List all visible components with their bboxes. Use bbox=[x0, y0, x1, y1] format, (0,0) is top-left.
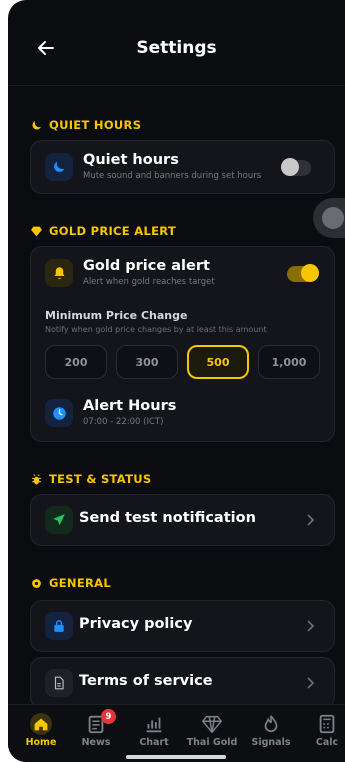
diamond-icon bbox=[201, 715, 223, 734]
section-gold-alert: GOLD PRICE ALERT bbox=[30, 224, 176, 238]
section-general: GENERAL bbox=[30, 576, 111, 590]
gold-alert-card: Gold price alert Alert when gold reaches… bbox=[30, 246, 335, 442]
tab-signals-label: Signals bbox=[251, 737, 291, 748]
option-1000[interactable]: 1,000 bbox=[258, 345, 320, 379]
min-change-description: Notify when gold price changes by at lea… bbox=[45, 325, 267, 334]
quiet-hours-description: Mute sound and banners during set hours bbox=[83, 171, 262, 181]
option-300[interactable]: 300 bbox=[116, 345, 178, 379]
option-500[interactable]: 500 bbox=[187, 345, 249, 379]
document-icon bbox=[54, 676, 64, 690]
bottom-tab-bar: Home 9 News Chart Thai Gold Signals Calc bbox=[8, 704, 345, 762]
quiet-hours-card: Quiet hours Mute sound and banners durin… bbox=[30, 140, 335, 194]
home-indicator bbox=[126, 755, 226, 759]
terms-of-service-card[interactable]: Terms of service bbox=[30, 657, 335, 709]
home-icon bbox=[30, 713, 52, 735]
privacy-policy-card[interactable]: Privacy policy bbox=[30, 600, 335, 652]
flame-icon bbox=[264, 715, 278, 733]
tab-thai-gold-label: Thai Gold bbox=[186, 737, 238, 748]
section-general-title: GENERAL bbox=[49, 576, 111, 590]
tab-news[interactable]: 9 News bbox=[69, 709, 123, 748]
chevron-right-icon bbox=[307, 677, 315, 689]
chevron-right-icon bbox=[307, 514, 315, 526]
settings-screen: Settings QUIET HOURS Quiet hours Mute so… bbox=[8, 0, 345, 762]
section-quiet-hours-title: QUIET HOURS bbox=[49, 118, 142, 132]
tab-chart-label: Chart bbox=[139, 737, 169, 748]
section-quiet-hours: QUIET HOURS bbox=[30, 118, 141, 132]
bell-icon bbox=[54, 266, 64, 279]
quiet-hours-label: Quiet hours bbox=[83, 152, 179, 168]
send-icon bbox=[53, 514, 65, 526]
header-divider bbox=[8, 85, 345, 86]
tab-calc[interactable]: Calc bbox=[300, 713, 345, 748]
gear-icon bbox=[32, 578, 41, 588]
gold-alert-toggle[interactable] bbox=[287, 264, 319, 282]
clock-icon bbox=[52, 406, 66, 420]
quiet-hours-icon-box bbox=[45, 153, 73, 181]
alert-hours-row[interactable]: Alert Hours 07:00 - 22:00 (ICT) bbox=[31, 395, 334, 431]
quiet-hours-toggle[interactable] bbox=[281, 158, 311, 176]
tab-home-label: Home bbox=[25, 737, 57, 748]
send-icon-box bbox=[45, 506, 73, 534]
moon-icon bbox=[54, 161, 65, 172]
alert-hours-value: 07:00 - 22:00 (ICT) bbox=[83, 417, 164, 427]
status-bar bbox=[8, 0, 345, 14]
tab-news-label: News bbox=[81, 737, 111, 748]
gold-alert-label: Gold price alert bbox=[83, 258, 210, 274]
gold-alert-description: Alert when gold reaches target bbox=[83, 277, 215, 287]
price-options: 200 300 500 1,000 bbox=[45, 345, 325, 379]
section-test-status-title: TEST & STATUS bbox=[49, 472, 152, 486]
chevron-right-icon bbox=[307, 620, 315, 632]
tab-home[interactable]: Home bbox=[14, 713, 68, 748]
calculator-icon bbox=[319, 714, 335, 734]
privacy-icon-box bbox=[45, 612, 73, 640]
send-test-label: Send test notification bbox=[79, 510, 256, 526]
option-200[interactable]: 200 bbox=[45, 345, 107, 379]
moon-icon bbox=[32, 120, 41, 129]
chart-icon bbox=[146, 717, 162, 733]
section-test-status: TEST & STATUS bbox=[30, 472, 151, 486]
toggle-knob bbox=[281, 158, 299, 176]
terms-of-service-label: Terms of service bbox=[79, 673, 213, 689]
toggle-knob bbox=[301, 264, 319, 282]
bug-icon bbox=[32, 473, 41, 484]
tab-thai-gold[interactable]: Thai Gold bbox=[185, 713, 239, 748]
gold-alert-icon-box bbox=[45, 259, 73, 287]
lock-icon bbox=[54, 620, 64, 632]
tab-signals[interactable]: Signals bbox=[244, 713, 298, 748]
terms-icon-box bbox=[45, 669, 73, 697]
diamond-icon bbox=[31, 226, 42, 236]
alert-hours-icon-box bbox=[45, 399, 73, 427]
floating-assistive-button[interactable] bbox=[313, 198, 345, 238]
page-title: Settings bbox=[136, 38, 217, 58]
header: Settings bbox=[8, 28, 345, 68]
news-badge: 9 bbox=[101, 709, 116, 724]
tab-calc-label: Calc bbox=[315, 737, 339, 748]
min-change-title: Minimum Price Change bbox=[45, 309, 188, 322]
section-gold-alert-title: GOLD PRICE ALERT bbox=[49, 224, 177, 238]
alert-hours-label: Alert Hours bbox=[83, 398, 177, 414]
privacy-policy-label: Privacy policy bbox=[79, 616, 193, 632]
assistive-dot bbox=[322, 207, 344, 229]
tab-chart[interactable]: Chart bbox=[127, 713, 181, 748]
send-test-card[interactable]: Send test notification bbox=[30, 494, 335, 546]
